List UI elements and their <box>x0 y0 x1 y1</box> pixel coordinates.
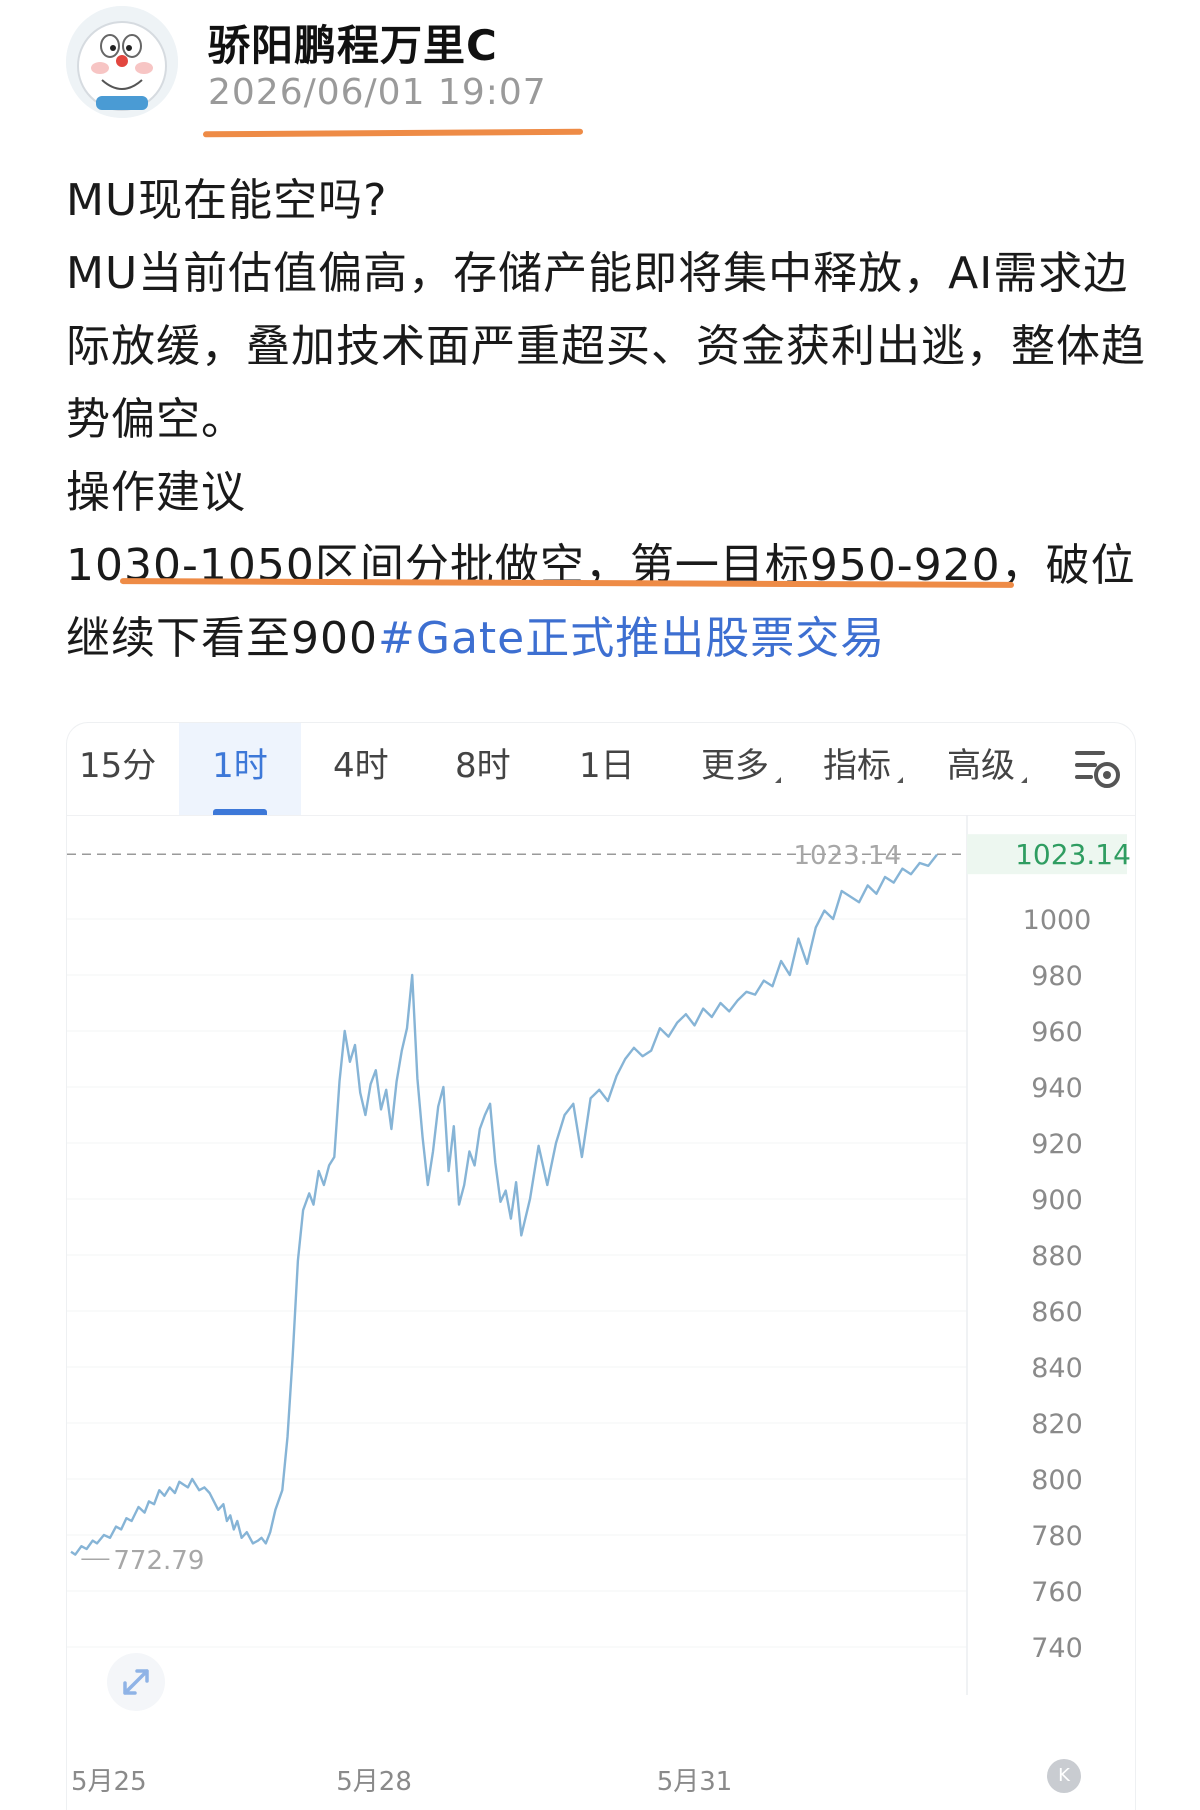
low-price-label: 772.79 <box>113 1546 204 1576</box>
price-chart-card: 15分 1时 4时 8时 1日 更多 指标 高级 1000 980 960 940 92… <box>66 722 1136 1810</box>
x-axis-ticks: 5月25 5月28 5月31 <box>71 1767 732 1797</box>
chart-timeframe-tabs: 15分 1时 4时 8时 1日 更多 指标 高级 <box>67 723 1135 816</box>
high-price-label: 1023.14 <box>793 841 901 871</box>
chart-grid <box>67 918 967 1648</box>
avatar-image <box>66 6 178 118</box>
k-line-toggle-icon[interactable]: K <box>1047 1759 1081 1793</box>
tab-8h[interactable]: 8时 <box>455 723 545 815</box>
tab-label: 1时 <box>212 746 268 786</box>
tab-1h[interactable]: 1时 <box>179 723 301 815</box>
tab-advanced[interactable]: 高级 <box>947 723 1057 815</box>
avatar[interactable] <box>66 6 178 118</box>
tab-label: 15分 <box>79 746 157 786</box>
author-name[interactable]: 骄阳鹏程万里C <box>208 12 498 73</box>
post-question: MU现在能空吗? <box>66 175 388 226</box>
y-tick-label: 740 <box>1031 1633 1083 1664</box>
y-tick-label: 980 <box>1031 961 1083 992</box>
dropdown-corner-icon <box>897 777 903 783</box>
tab-label: 1日 <box>579 746 635 786</box>
price-series-line <box>70 853 938 1556</box>
post-advice: 1030-1050区间分批做空，第一目标950-920，破位继续下看至900#G… <box>66 529 1146 675</box>
tab-label: 更多 <box>701 746 769 786</box>
tab-label: 指标 <box>823 746 891 786</box>
price-line-chart[interactable]: 1000 980 960 940 920 900 880 860 840 820 800 780 760… <box>67 815 1135 1810</box>
y-tick-label: 960 <box>1031 1017 1083 1048</box>
post-advice-heading: 操作建议 <box>66 467 246 518</box>
tab-label: 4时 <box>333 746 389 786</box>
tab-label: 8时 <box>455 746 511 786</box>
y-tick-label: 940 <box>1031 1073 1083 1104</box>
tab-15min[interactable]: 15分 <box>79 723 179 815</box>
y-tick-label: 820 <box>1031 1409 1083 1440</box>
y-tick-label: 800 <box>1031 1465 1083 1496</box>
date-highlight-underline <box>202 128 584 138</box>
x-tick-label: 5月25 <box>71 1767 147 1797</box>
tab-more[interactable]: 更多 <box>701 723 811 815</box>
y-tick-label: 920 <box>1031 1129 1083 1160</box>
current-price-tag: 1023.14 <box>1015 838 1131 871</box>
y-tick-label: 900 <box>1031 1185 1083 1216</box>
hashtag-link[interactable]: #Gate正式推出股票交易 <box>378 613 885 664</box>
dropdown-corner-icon <box>1021 777 1027 783</box>
y-tick-label: 780 <box>1031 1521 1083 1552</box>
dropdown-corner-icon <box>775 777 781 783</box>
y-tick-label: 760 <box>1031 1577 1083 1608</box>
y-tick-label: 880 <box>1031 1241 1083 1272</box>
tab-label: 高级 <box>947 746 1015 786</box>
post-timestamp: 2026/06/01 19:07 <box>208 72 547 113</box>
tab-indicators[interactable]: 指标 <box>823 723 933 815</box>
y-tick-label: 840 <box>1031 1353 1083 1384</box>
y-tick-label: 1000 <box>1023 905 1092 936</box>
tab-4h[interactable]: 4时 <box>333 723 423 815</box>
post-analysis: MU当前估值偏高，存储产能即将集中释放，AI需求边际放缓，叠加技术面严重超买、资… <box>66 248 1146 445</box>
tab-1d[interactable]: 1日 <box>579 723 669 815</box>
x-tick-label: 5月28 <box>336 1767 412 1797</box>
y-axis-ticks: 1000 980 960 940 920 900 880 860 840 820 800 780 760… <box>1023 905 1092 1664</box>
x-tick-label: 5月31 <box>657 1767 733 1797</box>
chart-settings-icon[interactable] <box>1071 745 1123 791</box>
y-tick-label: 860 <box>1031 1297 1083 1328</box>
expand-chart-icon[interactable] <box>107 1653 165 1711</box>
post-body: MU现在能空吗? MU当前估值偏高，存储产能即将集中释放，AI需求边际放缓，叠加… <box>66 164 1146 675</box>
